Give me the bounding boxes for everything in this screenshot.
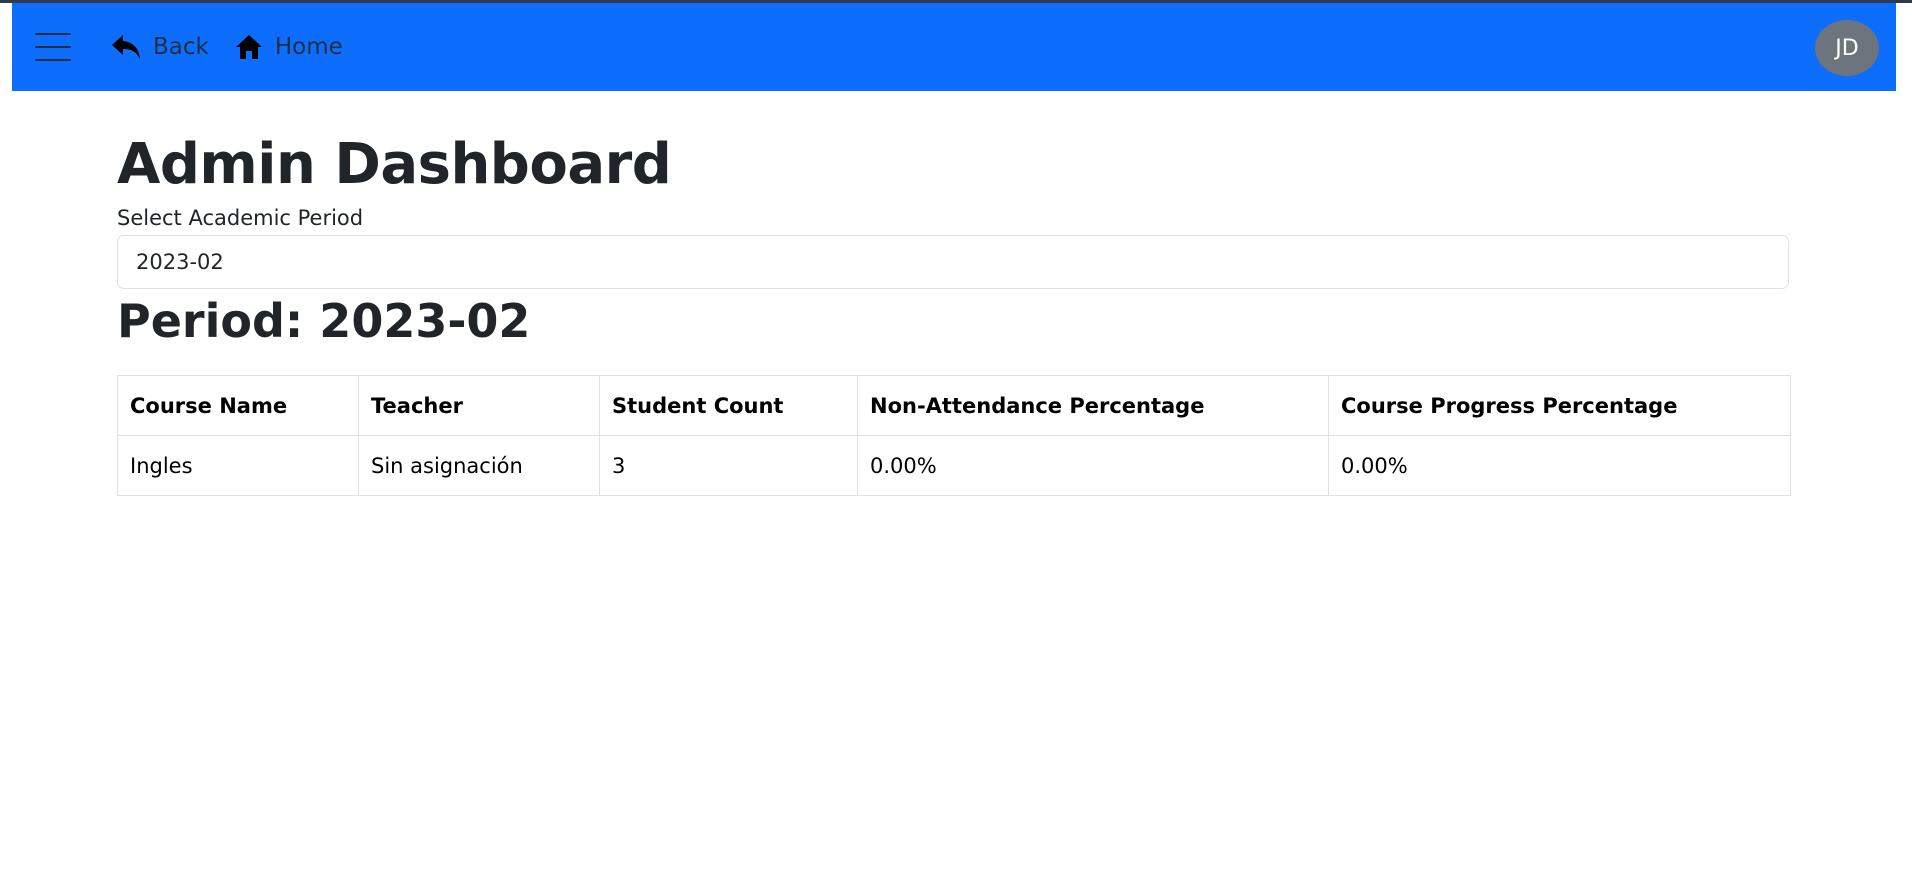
- table-row: Ingles Sin asignación 3 0.00% 0.00%: [117, 435, 1791, 496]
- column-header-course-progress: Course Progress Percentage: [1328, 375, 1791, 436]
- home-label: Home: [274, 34, 343, 60]
- top-navbar: Back Home JD: [12, 3, 1896, 91]
- main-content: Admin Dashboard Select Academic Period 2…: [117, 125, 1791, 496]
- column-header-non-attendance: Non-Attendance Percentage: [857, 375, 1329, 436]
- cell-teacher: Sin asignación: [358, 435, 600, 496]
- cell-student-count: 3: [599, 435, 858, 496]
- cell-course-name: Ingles: [117, 435, 359, 496]
- cell-non-attendance: 0.00%: [857, 435, 1329, 496]
- home-link[interactable]: Home: [235, 34, 343, 60]
- academic-period-select-value: 2023-02: [136, 250, 224, 274]
- house-icon: [235, 35, 262, 59]
- back-link[interactable]: Back: [111, 34, 209, 60]
- hamburger-menu-icon[interactable]: [35, 33, 71, 61]
- user-avatar[interactable]: JD: [1815, 20, 1879, 76]
- column-header-course-name: Course Name: [117, 375, 359, 436]
- courses-table: Course Name Teacher Student Count Non-At…: [117, 375, 1791, 496]
- academic-period-select[interactable]: 2023-02: [117, 235, 1789, 289]
- column-header-teacher: Teacher: [358, 375, 600, 436]
- period-select-label: Select Academic Period: [117, 206, 364, 230]
- period-heading: Period: 2023-02: [117, 294, 531, 348]
- page-title: Admin Dashboard: [117, 132, 672, 197]
- reply-arrow-icon: [112, 35, 140, 59]
- cell-course-progress: 0.00%: [1328, 435, 1791, 496]
- table-header-row: Course Name Teacher Student Count Non-At…: [117, 375, 1791, 436]
- back-label: Back: [153, 34, 209, 60]
- column-header-student-count: Student Count: [599, 375, 858, 436]
